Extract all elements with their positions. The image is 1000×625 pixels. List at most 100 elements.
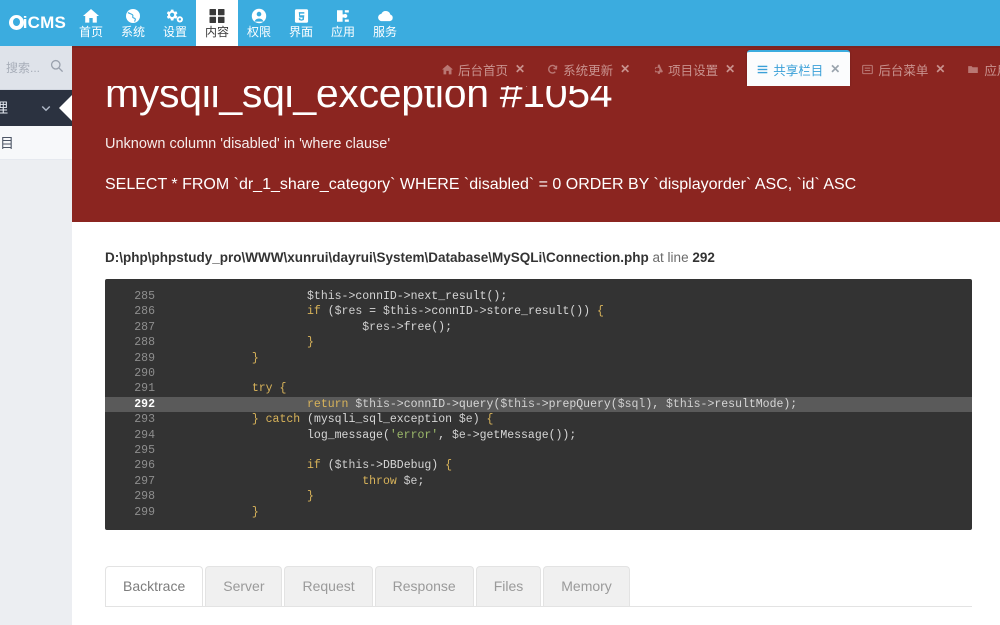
navbar-item-1[interactable]: 系统 xyxy=(112,0,154,46)
sidebar-group-management[interactable]: 管理 xyxy=(0,90,72,126)
navbar-item-label: 首页 xyxy=(78,24,103,39)
detail-tab-files[interactable]: Files xyxy=(475,566,542,607)
close-icon[interactable]: ✕ xyxy=(620,62,630,76)
close-icon[interactable]: ✕ xyxy=(830,62,840,76)
error-page: mysqli_sql_exception #1054 Unknown colum… xyxy=(72,46,1000,625)
code-line-number: 288 xyxy=(134,336,155,350)
error-sql-statement: SELECT * FROM `dr_1_share_category` WHER… xyxy=(105,176,857,193)
code-line-number: 291 xyxy=(134,382,155,396)
code-line-text: if ($this->DBDebug) { xyxy=(307,459,453,473)
sidebar-search[interactable] xyxy=(0,46,72,90)
code-line-text: } xyxy=(307,336,314,350)
workspace-tab-system-update[interactable]: 系统更新 ✕ xyxy=(537,52,640,86)
detail-tab-response[interactable]: Response xyxy=(374,566,474,607)
gears-icon xyxy=(166,8,184,25)
brand-logo[interactable]: iCMS xyxy=(0,0,70,46)
navbar-item-3[interactable]: 内容 xyxy=(196,0,238,46)
code-line: 292 return $this->connID->query($this->p… xyxy=(105,396,972,413)
code-line-text: log_message('error', $e->getMessage()); xyxy=(307,428,577,442)
close-icon[interactable]: ✕ xyxy=(725,62,735,76)
workspace-tab-shared-category[interactable]: 共享栏目 ✕ xyxy=(747,50,851,86)
code-line: 285 $this->connID->next_result(); xyxy=(105,289,972,304)
navbar-item-7[interactable]: 服务 xyxy=(364,0,406,46)
search-input[interactable] xyxy=(6,60,50,75)
navbar-item-6[interactable]: 应用 xyxy=(322,0,364,46)
code-line-text: } catch (mysqli_sql_exception $e) { xyxy=(251,413,494,427)
home-icon xyxy=(83,8,99,25)
workspace-tab-backend-home[interactable]: 后台首页 ✕ xyxy=(432,52,535,86)
workspace-tab-label: 项目设置 xyxy=(668,63,719,78)
code-line-text: } xyxy=(251,351,259,365)
code-line-number: 294 xyxy=(134,428,155,442)
flame-icon xyxy=(8,15,24,30)
error-message: Unknown column 'disabled' in 'where clau… xyxy=(105,136,391,152)
user-circle-icon xyxy=(251,8,267,25)
code-line-number: 285 xyxy=(134,290,155,303)
sidebar-filler xyxy=(0,160,72,625)
code-line-text: } xyxy=(307,490,314,504)
detail-tab-server[interactable]: Server xyxy=(205,566,283,607)
close-icon[interactable]: ✕ xyxy=(935,62,945,76)
detail-tab-request[interactable]: Request xyxy=(284,566,373,607)
code-line-text: try { xyxy=(251,382,287,396)
html5-icon xyxy=(294,8,309,25)
folder-icon xyxy=(967,64,979,75)
close-icon[interactable]: ✕ xyxy=(515,62,525,76)
detail-tab-backtrace[interactable]: Backtrace xyxy=(105,566,204,607)
sidebar-active-pointer xyxy=(59,94,72,122)
navbar-item-2[interactable]: 设置 xyxy=(154,0,196,46)
globe-icon xyxy=(125,8,141,25)
workspace-tab-backend-menu[interactable]: 后台菜单 ✕ xyxy=(852,52,955,86)
error-body: D:\php\phpstudy_pro\WWW\xunrui\dayrui\Sy… xyxy=(72,222,1000,625)
sidebar-item-category[interactable]: 栏目 xyxy=(0,126,72,160)
navbar-items: 首页 系统 设置 内容 权限 界面 应用 服务 xyxy=(70,0,406,46)
menu-icon xyxy=(862,64,874,75)
error-at-line-label: at line xyxy=(652,250,689,265)
navbar-item-label: 设置 xyxy=(162,24,187,39)
search-icon[interactable] xyxy=(50,59,64,78)
code-line-number: 286 xyxy=(134,305,155,319)
navbar-item-label: 应用 xyxy=(330,24,355,39)
code-line-number: 299 xyxy=(134,505,155,519)
sidebar-group-label: 管理 xyxy=(0,100,8,116)
workspace-tab-label: 后台菜单 xyxy=(878,63,929,78)
detail-tabs: Backtrace Server Request Response Files Memor… xyxy=(105,566,972,607)
code-line: 286 if ($res = $this->connID->store_resu… xyxy=(105,304,972,319)
code-line-text: $res->free(); xyxy=(362,320,452,334)
error-file-location: D:\php\phpstudy_pro\WWW\xunrui\dayrui\Sy… xyxy=(100,222,972,279)
detail-tab-panel xyxy=(105,606,972,625)
code-line: 296 if ($this->DBDebug) { xyxy=(105,458,972,473)
workspace-tab-label: 后台首页 xyxy=(458,63,509,78)
brand-text: iCMS xyxy=(8,13,66,33)
workspace-tabstrip: 后台首页 ✕ 系统更新 ✕ 项目设置 ✕ 共享栏目 ✕ 后台菜单 ✕ 应 xyxy=(72,46,1000,86)
navbar-item-4[interactable]: 权限 xyxy=(238,0,280,46)
workspace-tab-label: 共享栏目 xyxy=(773,63,824,78)
navbar-item-5[interactable]: 界面 xyxy=(280,0,322,46)
code-line: 299 } xyxy=(105,505,972,520)
sidebar: 管理 栏目 xyxy=(0,46,72,625)
workspace-tab-label: 系统更新 xyxy=(563,63,614,78)
top-navbar: iCMS 首页 系统 设置 内容 权限 界面 应用 服务 xyxy=(0,0,1000,46)
code-line-number: 296 xyxy=(134,459,155,473)
code-line-number: 290 xyxy=(134,367,155,381)
cloud-icon xyxy=(377,8,394,25)
navbar-item-label: 界面 xyxy=(288,24,313,39)
code-line-number: 298 xyxy=(134,490,155,504)
code-line: 293 } catch (mysqli_sql_exception $e) { xyxy=(105,412,972,427)
navbar-item-0[interactable]: 首页 xyxy=(70,0,112,46)
error-file-path: D:\php\phpstudy_pro\WWW\xunrui\dayrui\Sy… xyxy=(105,250,649,265)
workspace-tab-apps[interactable]: 应用 xyxy=(957,52,1000,86)
brand-name: iCMS xyxy=(22,13,66,32)
workspace-tab-project-settings[interactable]: 项目设置 ✕ xyxy=(642,52,745,86)
code-line-number: 295 xyxy=(134,444,155,458)
error-line-number: 292 xyxy=(692,250,715,265)
chevron-down-icon xyxy=(40,101,52,117)
detail-tab-memory[interactable]: Memory xyxy=(543,566,630,607)
code-line-text: throw $e; xyxy=(362,474,425,488)
code-line-number: 293 xyxy=(134,413,155,427)
code-line: 288 } xyxy=(105,335,972,350)
code-line-number: 297 xyxy=(134,474,155,488)
app-root: 管理 栏目 后台首页 ✕ xyxy=(0,0,1000,625)
